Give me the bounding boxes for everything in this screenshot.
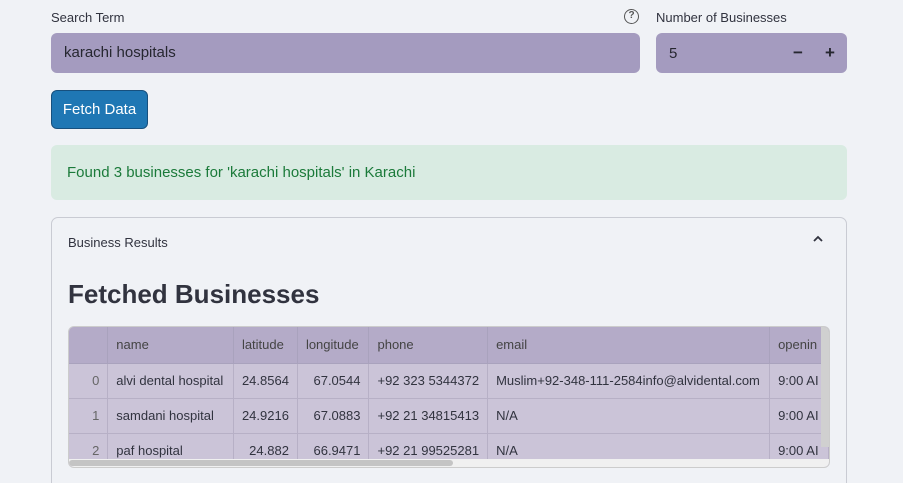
cell-longitude[interactable]: 67.0544 <box>297 363 370 399</box>
cell-name[interactable]: samdani hospital <box>107 398 234 434</box>
cell-opening[interactable]: 9:00 AI <box>769 398 829 434</box>
table-row[interactable]: 0 alvi dental hospital 24.8564 67.0544 +… <box>69 363 829 399</box>
cell-latitude[interactable]: 24.8564 <box>233 363 298 399</box>
horizontal-scroll-thumb[interactable] <box>69 460 453 466</box>
cell-email[interactable]: Muslim+92-348-111-2584info@alvidental.co… <box>487 363 771 399</box>
column-header-name[interactable]: name <box>107 327 234 364</box>
business-results-expander: Business Results Fetched Businesses name… <box>51 217 847 483</box>
cell-name[interactable]: alvi dental hospital <box>107 363 234 399</box>
column-header-longitude[interactable]: longitude <box>297 327 370 364</box>
column-header-email[interactable]: email <box>487 327 771 364</box>
table-row[interactable]: 1 samdani hospital 24.9216 67.0883 +92 2… <box>69 398 829 434</box>
number-of-businesses-stepper[interactable]: 5 − + <box>656 33 847 73</box>
decrement-button[interactable]: − <box>782 33 814 73</box>
page-title: Fetched Businesses <box>68 279 320 309</box>
column-header-opening[interactable]: openin <box>769 327 829 364</box>
search-input[interactable]: karachi hospitals <box>51 33 640 73</box>
increment-button[interactable]: + <box>814 33 846 73</box>
column-header-phone[interactable]: phone <box>368 327 489 364</box>
fetch-data-button[interactable]: Fetch Data <box>51 90 148 129</box>
table-header-row: name latitude longitude phone email open… <box>69 327 829 364</box>
column-header-latitude[interactable]: latitude <box>233 327 298 364</box>
column-header-index[interactable] <box>69 327 109 364</box>
results-table[interactable]: name latitude longitude phone email open… <box>68 326 830 468</box>
success-alert: Found 3 businesses for 'karachi hospital… <box>51 145 847 200</box>
cell-latitude[interactable]: 24.9216 <box>233 398 298 434</box>
horizontal-scrollbar[interactable] <box>69 459 829 467</box>
help-icon[interactable]: ? <box>624 9 639 24</box>
row-index: 0 <box>69 363 109 399</box>
cell-opening[interactable]: 9:00 AI <box>769 363 829 399</box>
cell-phone[interactable]: +92 21 34815413 <box>368 398 489 434</box>
number-of-businesses-label: Number of Businesses <box>656 10 787 25</box>
cell-longitude[interactable]: 67.0883 <box>297 398 370 434</box>
cell-email[interactable]: N/A <box>487 398 771 434</box>
row-index: 1 <box>69 398 109 434</box>
cell-phone[interactable]: +92 323 5344372 <box>368 363 489 399</box>
vertical-scrollbar[interactable] <box>821 327 829 447</box>
chevron-up-icon[interactable] <box>812 232 824 248</box>
search-term-label: Search Term <box>51 10 125 25</box>
expander-title[interactable]: Business Results <box>68 235 168 250</box>
number-value[interactable]: 5 <box>669 33 677 75</box>
